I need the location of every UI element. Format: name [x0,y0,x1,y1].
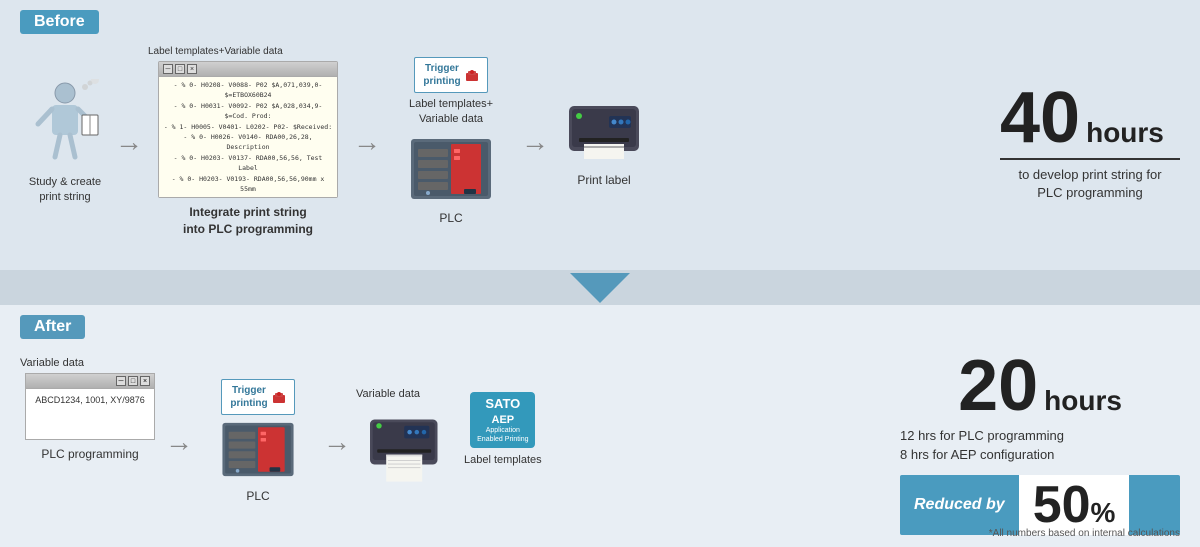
var-btn-max[interactable]: □ [128,376,138,386]
trigger-box-after: Triggerprinting [221,379,294,415]
aep-badge: SATO AEP ApplicationEnabled Printing [470,392,535,448]
after-desc-line2: 8 hrs for AEP configuration [900,445,1180,465]
code-content: - % 0- H0208- V0088- P02 $A,071,039,0- $… [159,77,337,197]
var-data-text: ABCD1234, 1001, XY/9876 [32,395,148,405]
step-plc-label: PLC [439,210,462,227]
main-container: Before [0,0,1200,547]
var-window-titlebar: ─ □ × [26,374,154,389]
after-label-templates: Label templates [464,454,542,466]
trigger-icon-after [272,390,286,404]
after-hours-unit: hours [1044,385,1122,417]
printer-icon-before [564,96,644,166]
win-buttons: ─ □ × [163,64,197,74]
code-line-2: - % 0- H0031- V0092- P02 $A,028,034,9- $… [163,101,333,122]
arrow-1: → [115,126,143,158]
divider-arrow [0,270,1200,305]
after-step-plc-label: PLC [246,488,269,505]
person-icon [30,79,100,169]
code-line-6: - % 0- H0203- V0193- RDA00,56,56,90mm x … [163,174,333,195]
down-arrow-icon [570,273,630,303]
after-content: Variable data ─ □ × ABCD1234, 1001, XY/9… [20,347,1180,537]
printer-icon-after [356,406,456,496]
var-content: ABCD1234, 1001, XY/9876 [26,389,154,439]
sato-text: SATO [476,396,529,413]
after-label: After [20,315,85,339]
reduced-box: Reduced by 50 % [900,475,1180,535]
var-btn-min[interactable]: ─ [116,376,126,386]
after-step-printer: Variable data [356,388,556,496]
code-window-titlebar: ─ □ × [159,62,337,77]
step-print: Print label [554,96,654,189]
var-window: ─ □ × ABCD1234, 1001, XY/9876 [25,373,155,440]
win-btn-min[interactable]: ─ [163,64,173,74]
code-line-3: - % 1- H0005- V0401- L0202- P02- $Receiv… [163,122,333,132]
step-study-label: Study & createprint string [29,175,101,206]
after-section: After Variable data ─ □ × ABCD1234, 1001… [0,305,1200,547]
step-integrate-label: Integrate print stringinto PLC programmi… [183,204,313,238]
code-line-1: - % 0- H0208- V0088- P02 $A,071,039,0- $… [163,80,333,101]
aep-text: AEP [476,413,529,427]
footnote: *All numbers based on internal calculati… [989,528,1180,539]
reduced-percent-display: 50 % [1019,475,1130,535]
trigger-label-after: Triggerprinting [230,384,267,410]
after-badge-col: SATO AEP ApplicationEnabled Printing Lab… [464,392,542,496]
trigger-box-before: Triggerprinting [414,57,487,93]
plc-icon-before [406,134,496,204]
plc-icon-after [218,417,298,482]
before-hours-display: 40 hours [1000,82,1180,154]
win-btn-close[interactable]: × [187,64,197,74]
after-hours-desc: 12 hrs for PLC programming 8 hrs for AEP… [900,426,1180,465]
before-hours-desc: to develop print string forPLC programmi… [1000,158,1180,202]
step-study: Study & createprint string [20,79,110,206]
after-desc-line1: 12 hrs for PLC programming [900,426,1180,446]
after-arrow-2: → [323,426,351,458]
after-printer-col: Variable data [356,388,456,496]
before-label: Before [20,10,99,34]
before-hours-number: 40 [1000,82,1080,154]
after-var-label-2: Variable data [356,388,420,400]
reduced-percent-sign: % [1091,497,1116,529]
trigger-icon-before [465,68,479,82]
before-section: Before [0,0,1200,270]
arrow-3: → [521,126,549,158]
step-plc: Triggerprinting Label templates+Variable… [386,57,516,226]
win-btn-max[interactable]: □ [175,64,185,74]
step-integrate: Label templates+Variable data ─ □ × - % … [148,46,348,238]
code-line-5: - % 0- H0203- V0137- RDA00,56,56, Test L… [163,153,333,174]
trigger-label-before: Triggerprinting [423,62,460,88]
before-content: Study & createprint string → Label templ… [20,42,1180,242]
reduced-percent-number: 50 [1033,479,1091,531]
after-step-plc-prog: Variable data ─ □ × ABCD1234, 1001, XY/9… [20,357,160,463]
var-win-buttons: ─ □ × [116,376,150,386]
label-templates-text: Label templates+Variable data [409,97,493,126]
before-hours-unit: hours [1086,117,1164,149]
after-arrow-1: → [165,426,193,458]
var-btn-close[interactable]: × [140,376,150,386]
code-label: Label templates+Variable data [148,46,348,57]
reduced-label: Reduced by [900,488,1019,522]
after-hours-box: 20 hours 12 hrs for PLC programming 8 hr… [880,350,1180,535]
step-print-label: Print label [577,172,630,189]
after-step-plc-prog-label: PLC programming [41,446,138,463]
arrow-2: → [353,126,381,158]
aep-subtext: ApplicationEnabled Printing [476,427,529,444]
code-line-4: - % 0- H0026- V0140- RDA00,26,28, Descri… [163,132,333,153]
after-step-plc: Triggerprinting [198,379,318,505]
code-window: ─ □ × - % 0- H0208- V0088- P02 $A,071,03… [158,61,338,198]
before-hours-box: 40 hours to develop print string forPLC … [980,82,1180,202]
after-var-label-1: Variable data [20,357,84,369]
after-hours-number: 20 [958,350,1038,422]
after-hours-display: 20 hours [900,350,1180,422]
